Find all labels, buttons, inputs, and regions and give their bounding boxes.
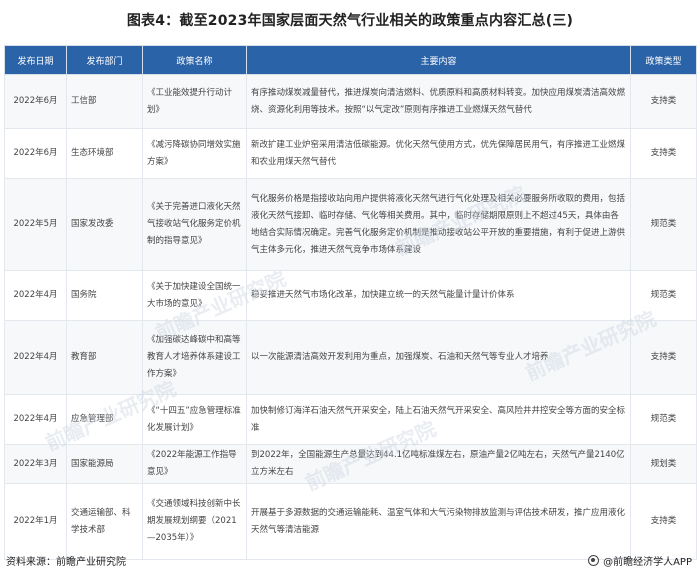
cell-policy-name: 《关于完善进口液化天然气接收站气化服务定价机制的指导意见》	[142, 178, 247, 271]
brand-credit: @前瞻经济学人APP	[588, 553, 692, 568]
column-header-dept: 发布部门	[66, 45, 143, 75]
cell-policy-name: 《工业能效提升行动计划》	[142, 74, 247, 129]
cell-date: 2022年4月	[4, 320, 67, 395]
column-header-date: 发布日期	[4, 45, 67, 75]
cell-policy-name: 《2022年能源工作指导意见》	[142, 444, 247, 484]
cell-date: 2022年1月	[4, 483, 67, 560]
table-row: 2022年4月 国务院 《关于加快建设全国统一大市场的意见》 稳妥推进天然气市场…	[4, 270, 697, 321]
cell-dept: 应急管理部	[66, 394, 143, 445]
table-row: 2022年1月 交通运输部、科学技术部 《交通领域科技创新中长期发展规划纲要（2…	[4, 483, 697, 560]
cell-dept: 交通运输部、科学技术部	[66, 483, 143, 560]
cell-date: 2022年6月	[4, 74, 67, 129]
cell-dept: 生态环境部	[66, 128, 143, 179]
cell-date: 2022年4月	[4, 270, 67, 321]
cell-content: 有序推动煤炭减量替代，推进煤炭向清洁燃料、优质原料和高质材料转变。加快应用煤炭清…	[246, 74, 631, 129]
cell-date: 2022年3月	[4, 444, 67, 484]
cell-policy-name: 《“十四五”应急管理标准化发展计划》	[142, 394, 247, 445]
cell-dept: 教育部	[66, 320, 143, 395]
cell-dept: 工信部	[66, 74, 143, 129]
cell-dept: 国务院	[66, 270, 143, 321]
table-row: 2022年6月 工信部 《工业能效提升行动计划》 有序推动煤炭减量替代，推进煤炭…	[4, 74, 697, 129]
cell-policy-name: 《交通领域科技创新中长期发展规划纲要（2021—2035年）》	[142, 483, 247, 560]
column-header-type: 政策类型	[630, 45, 697, 75]
table-row: 2022年3月 国家能源局 《2022年能源工作指导意见》 到2022年，全国能…	[4, 444, 697, 484]
cell-type: 规划类	[630, 444, 697, 484]
cell-content: 气化服务价格是指接收站向用户提供将液化天然气进行气化处理及相关必要服务所收取的费…	[246, 178, 631, 271]
column-header-name: 政策名称	[142, 45, 247, 75]
cell-dept: 国家能源局	[66, 444, 143, 484]
cell-policy-name: 《加强碳达峰碳中和高等教育人才培养体系建设工作方案》	[142, 320, 247, 395]
page-title: 图表4：截至2023年国家层面天然气行业相关的政策重点内容汇总(三)	[126, 13, 574, 29]
cell-policy-name: 《减污降碳协同增效实施方案》	[142, 128, 247, 179]
brand-logo-icon	[588, 555, 600, 566]
cell-content: 稳妥推进天然气市场化改革，加快建立统一的天然气能量计量计价体系	[246, 270, 631, 321]
cell-type: 支持类	[630, 483, 697, 560]
cell-date: 2022年4月	[4, 394, 67, 445]
brand-text: @前瞻经济学人APP	[603, 557, 692, 568]
cell-date: 2022年5月	[4, 178, 67, 271]
column-header-content: 主要内容	[246, 45, 631, 75]
cell-type: 支持类	[630, 128, 697, 179]
cell-dept: 国家发改委	[66, 178, 143, 271]
cell-type: 支持类	[630, 74, 697, 129]
cell-type: 规范类	[630, 394, 697, 445]
cell-type: 支持类	[630, 320, 697, 395]
source-note: 资料来源：前瞻产业研究院	[6, 557, 126, 568]
table-row: 2022年4月 应急管理部 《“十四五”应急管理标准化发展计划》 加快制修订海洋…	[4, 394, 697, 445]
cell-content: 开展基于多源数据的交通运输能耗、温室气体和大气污染物排放监测与评估技术研发，推广…	[246, 483, 631, 560]
cell-type: 规范类	[630, 178, 697, 271]
cell-content: 以一次能源清洁高效开发利用为重点，加强煤炭、石油和天然气等专业人才培养	[246, 320, 631, 395]
cell-policy-name: 《关于加快建设全国统一大市场的意见》	[142, 270, 247, 321]
table-row: 2022年4月 教育部 《加强碳达峰碳中和高等教育人才培养体系建设工作方案》 以…	[4, 320, 697, 395]
policy-table: 发布日期 发布部门 政策名称 主要内容 政策类型 2022年6月 工信部 《工业…	[4, 45, 697, 560]
table-header-row: 发布日期 发布部门 政策名称 主要内容 政策类型	[4, 45, 697, 75]
table-row: 2022年6月 生态环境部 《减污降碳协同增效实施方案》 新改扩建工业炉窑采用清…	[4, 128, 697, 179]
cell-content: 新改扩建工业炉窑采用清洁低碳能源。优化天然气使用方式，优先保障居民用气，有序推进…	[246, 128, 631, 179]
table-row: 2022年5月 国家发改委 《关于完善进口液化天然气接收站气化服务定价机制的指导…	[4, 178, 697, 271]
cell-content: 加快制修订海洋石油天然气开采安全，陆上石油天然气开采安全、高风险井井控安全等方面…	[246, 394, 631, 445]
cell-content: 到2022年，全国能源生产总量达到44.1亿吨标准煤左右，原油产量2亿吨左右，天…	[246, 444, 631, 484]
cell-date: 2022年6月	[4, 128, 67, 179]
cell-type: 规范类	[630, 270, 697, 321]
